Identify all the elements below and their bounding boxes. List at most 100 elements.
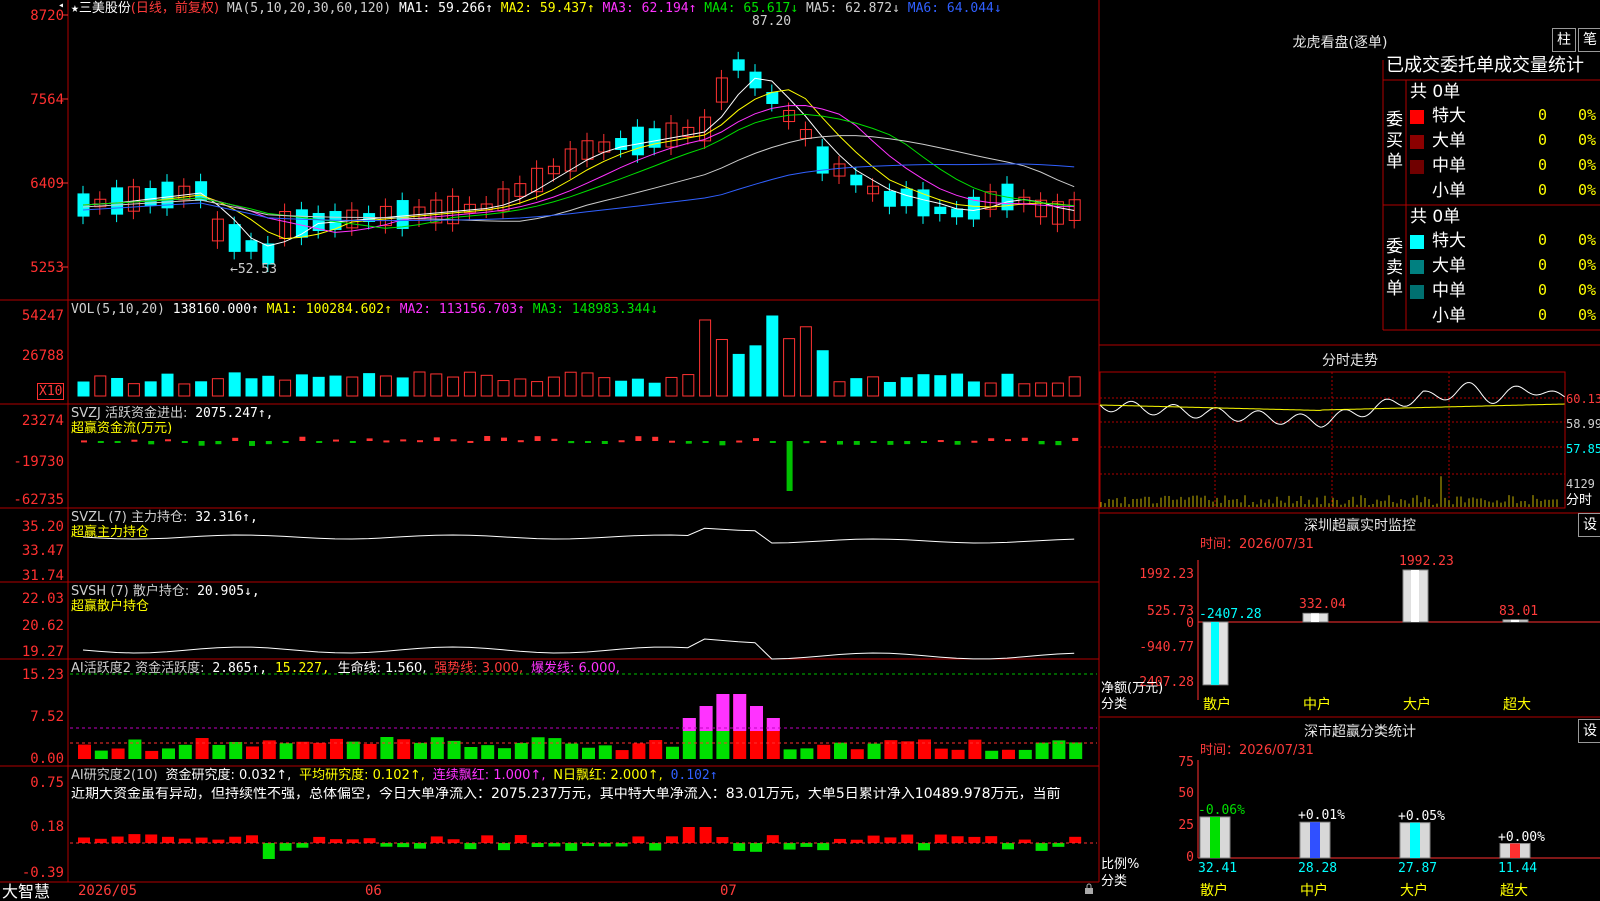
bar-view-button[interactable]: 柱	[1552, 28, 1576, 52]
cls-cat-label: 中户	[1300, 883, 1328, 899]
research-bar	[94, 838, 107, 843]
price-tick-2: 7564	[30, 92, 64, 108]
mon-bar-highlight	[1311, 613, 1319, 622]
cls-bar-highlight	[1310, 822, 1320, 858]
ai-active-bar	[934, 748, 948, 759]
sz-class-time: 时间：2026/07/31	[1200, 743, 1314, 758]
mon-tick-1: 1992.23	[1139, 567, 1194, 582]
ma2-value: MA2: 59.437↑	[500, 1, 595, 16]
intraday-tick-1: 60.13	[1566, 392, 1600, 406]
sell-total: 共 0单	[1410, 207, 1461, 227]
ai-active-bar	[1035, 742, 1049, 759]
volume-bar	[934, 375, 947, 397]
svsh-legend: SVSH (7) 散户持仓: 20.905↓,	[71, 584, 260, 599]
research-bar	[1018, 839, 1031, 843]
svzj-bar	[937, 440, 944, 443]
volume-bar	[211, 378, 224, 397]
chart-mode[interactable]: (日线，前复权)	[131, 1, 219, 16]
volume-bar	[833, 381, 846, 397]
svzj-bar	[853, 441, 860, 445]
svsh-label: SVSH (7) 散户持仓:	[71, 584, 190, 599]
cls-bar-highlight	[1210, 816, 1220, 858]
svzj-bar	[904, 441, 911, 445]
research-bar	[834, 838, 846, 843]
research-bar	[447, 839, 460, 843]
candle-body	[295, 209, 308, 238]
research-bar	[246, 835, 258, 843]
svzj-bar	[383, 440, 390, 443]
svzj-bar	[887, 441, 894, 445]
research-bar	[78, 837, 90, 843]
svsh-tick-2: 20.62	[21, 618, 64, 634]
buy-row-pct: 0%	[1578, 106, 1597, 124]
svzj-bar	[97, 441, 104, 443]
ai-active-life: 生命线: 1.560,	[337, 661, 427, 676]
research-bar	[464, 843, 477, 850]
ai-active-value: 2.865↑,	[212, 661, 268, 676]
candle-body	[850, 174, 863, 186]
cls-cat-label: 大户	[1400, 883, 1428, 899]
ai-active-bar	[867, 743, 881, 759]
cls-bar-highlight	[1510, 843, 1520, 858]
ai-active-bar	[1002, 749, 1015, 759]
vol-unit-badge[interactable]: X10	[37, 383, 65, 400]
ai-active-bar-burst	[766, 718, 780, 731]
mon-cat-label: 散户	[1203, 697, 1231, 713]
research-bar	[145, 834, 158, 843]
buy-row-pct: 0%	[1578, 181, 1597, 199]
vol-tick-2: 26788	[21, 348, 64, 364]
sz-monitor-settings-button[interactable]: 设	[1578, 513, 1600, 537]
cls-value-label: 32.41	[1198, 861, 1238, 876]
ai-active-bar	[111, 748, 125, 759]
candle-body	[749, 71, 762, 89]
volume-bar	[581, 372, 594, 397]
research-bar	[565, 843, 578, 851]
research-bar	[229, 836, 242, 843]
research-bar	[598, 843, 611, 847]
buy-row-pct: 0%	[1578, 156, 1597, 174]
svsh-tick-3: 19.27	[21, 644, 64, 660]
pen-view-button[interactable]: 笔	[1578, 28, 1600, 52]
volume-bar	[967, 381, 980, 397]
svzj-tick-1: 23274	[21, 413, 64, 429]
research-bar	[901, 834, 914, 843]
ai-active-bar	[346, 741, 360, 759]
volume-bar	[682, 374, 695, 397]
mon-bar-highlight	[1411, 570, 1419, 622]
volume-bar	[329, 375, 342, 397]
volume-bar	[295, 374, 308, 397]
mon-bar-label: 332.04	[1299, 597, 1346, 613]
buy-row-name: 小单	[1432, 181, 1466, 201]
ai-active-bar-burst	[750, 706, 763, 731]
lock-icon[interactable]	[1083, 883, 1095, 895]
date-label-jul: 07	[720, 883, 737, 899]
scroll-up-icon[interactable]: ◂	[58, 0, 64, 11]
ai-active-bar	[94, 750, 108, 759]
research-bar	[951, 836, 964, 843]
svzj-bar	[299, 436, 306, 441]
ai-research-avg: 平均研究度: 0.102↑,	[299, 768, 425, 783]
ai-active-bar	[1069, 742, 1083, 759]
vol-tick-1: 54247	[21, 308, 64, 324]
research-bar	[548, 843, 561, 847]
monitor-bars	[1197, 560, 1600, 700]
sz-class-settings-button[interactable]: 设	[1578, 719, 1600, 743]
research-bar	[934, 834, 947, 843]
volume-bar	[463, 371, 476, 397]
sell-row-count: 0	[1538, 231, 1548, 249]
volume-bar	[279, 379, 292, 397]
svzj-bar	[870, 441, 877, 443]
research-bar	[330, 839, 342, 843]
ai-active-bar	[313, 742, 327, 759]
volume-bar	[665, 376, 678, 397]
volume-bar	[631, 378, 644, 397]
favorite-star-icon[interactable]: ★	[71, 1, 79, 16]
ai-active-bar	[464, 747, 478, 759]
research-bar	[430, 836, 443, 843]
svzj-bar	[517, 440, 524, 443]
research-bar	[632, 836, 645, 843]
svsh-line-path	[82, 638, 1075, 660]
chart-canvas[interactable]	[0, 0, 1600, 900]
buy-swatch-icon	[1410, 160, 1424, 174]
mon-bar-highlight	[1211, 622, 1219, 685]
